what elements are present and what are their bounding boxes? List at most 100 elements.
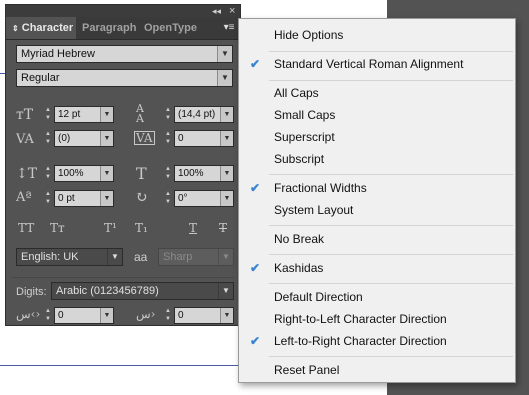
kerning-value: (0): [58, 133, 71, 144]
digits-dropdown[interactable]: Arabic (0123456789) ▼: [51, 282, 234, 300]
menu-separator: [269, 80, 513, 81]
tracking-stepper[interactable]: ▲ ▼: [164, 130, 172, 147]
tab-opentype[interactable]: OpenType: [138, 17, 200, 39]
strikethrough-button[interactable]: T: [219, 221, 227, 235]
kashida-after-stepper[interactable]: ▲ ▼: [164, 307, 172, 324]
menu-item-system-layout[interactable]: System Layout: [239, 199, 515, 221]
language-dropdown[interactable]: English: UK ▼: [16, 248, 123, 266]
horizontal-scale-stepper[interactable]: ▲ ▼: [164, 165, 172, 182]
collapse-icon[interactable]: ◂◂: [212, 5, 221, 17]
all-caps-button[interactable]: TT: [18, 221, 34, 235]
menu-separator: [269, 356, 513, 357]
menu-item-right-to-left-character-direction[interactable]: Right-to-Left Character Direction: [239, 308, 515, 330]
checkmark-icon: ✔: [250, 334, 261, 348]
antialias-icon: aa: [134, 250, 148, 264]
baseline-shift-field[interactable]: 0 pt ▼: [54, 190, 114, 207]
chevron-down-icon: ▼: [220, 308, 233, 323]
tab-paragraph[interactable]: Paragraph: [76, 17, 138, 39]
menu-item-left-to-right-character-direction[interactable]: ✔ Left-to-Right Character Direction: [239, 330, 515, 352]
menu-item-hide-options[interactable]: Hide Options: [239, 24, 515, 46]
chevron-down-icon: ▼: [217, 70, 232, 86]
rotation-field[interactable]: 0° ▼: [174, 190, 234, 207]
vertical-scale-value: 100%: [58, 168, 84, 179]
chevron-down-icon: ▼: [100, 166, 113, 181]
vertical-scale-field[interactable]: 100% ▼: [54, 165, 114, 182]
kashida-before-value: 0: [58, 310, 64, 321]
kashida-after-field[interactable]: 0 ▼: [174, 307, 234, 324]
menu-item-label: Kashidas: [274, 261, 324, 275]
rotation-value: 0°: [178, 193, 188, 204]
menu-item-standard-vertical-roman-alignment[interactable]: ✔ Standard Vertical Roman Alignment: [239, 53, 515, 75]
menu-item-label: Small Caps: [274, 108, 336, 122]
baseline-shift-stepper[interactable]: ▲ ▼: [44, 190, 52, 207]
chevron-down-icon: ▼: [218, 249, 233, 265]
guide-line-bottom: [0, 365, 240, 366]
menu-item-subscript[interactable]: Subscript: [239, 148, 515, 170]
menu-item-label: Hide Options: [274, 28, 344, 42]
vertical-scale-stepper[interactable]: ▲ ▼: [44, 165, 52, 182]
tab-character[interactable]: ⇕ Character: [6, 17, 76, 39]
leading-field[interactable]: (14,4 pt) ▼: [174, 106, 234, 123]
font-size-field[interactable]: 12 pt ▼: [54, 106, 114, 123]
tab-character-label: Character: [21, 22, 74, 34]
panel-tabs: ⇕ Character Paragraph OpenType ▾≡: [6, 17, 240, 40]
chevron-down-icon: ▼: [217, 46, 232, 62]
checkmark-icon: ✔: [250, 181, 261, 195]
checkmark-icon: ✔: [250, 261, 261, 275]
antialias-dropdown[interactable]: Sharp ▼: [158, 248, 234, 266]
kerning-stepper[interactable]: ▲ ▼: [44, 130, 52, 147]
menu-separator: [269, 254, 513, 255]
menu-item-default-direction[interactable]: Default Direction: [239, 286, 515, 308]
leading-value: (14,4 pt): [178, 109, 216, 120]
horizontal-scale-field[interactable]: 100% ▼: [174, 165, 234, 182]
leading-stepper[interactable]: ▲ ▼: [164, 106, 172, 123]
menu-item-label: Superscript: [274, 130, 335, 144]
superscript-button[interactable]: T¹: [104, 221, 117, 235]
rotation-stepper[interactable]: ▲ ▼: [164, 190, 172, 207]
font-size-stepper[interactable]: ▲ ▼: [44, 106, 52, 123]
rotation-icon: ↻: [135, 188, 148, 206]
kashida-before-stepper[interactable]: ▲ ▼: [44, 307, 52, 324]
menu-item-no-break[interactable]: No Break: [239, 228, 515, 250]
panel-flyout-menu: Hide Options ✔ Standard Vertical Roman Al…: [238, 18, 516, 383]
divider: [12, 277, 234, 278]
menu-item-all-caps[interactable]: All Caps: [239, 82, 515, 104]
language-value: English: UK: [21, 251, 79, 263]
tracking-value: 0: [178, 133, 184, 144]
menu-item-small-caps[interactable]: Small Caps: [239, 104, 515, 126]
menu-item-reset-panel[interactable]: Reset Panel: [239, 359, 515, 381]
kashida-after-icon: س›: [136, 307, 156, 321]
panel-menu-icon[interactable]: ▾≡: [221, 21, 237, 35]
kashida-before-icon: س‹›: [16, 307, 41, 321]
close-icon[interactable]: ×: [229, 5, 235, 17]
menu-item-label: Subscript: [274, 152, 325, 166]
menu-item-label: Default Direction: [274, 290, 363, 304]
menu-item-kashidas[interactable]: ✔ Kashidas: [239, 257, 515, 279]
panel-titlebar[interactable]: ◂◂ ×: [6, 5, 240, 17]
font-family-dropdown[interactable]: Myriad Hebrew ▼: [16, 45, 233, 63]
chevron-down-icon: ▼: [220, 107, 233, 122]
menu-separator: [269, 51, 513, 52]
small-caps-button[interactable]: Tт: [50, 221, 65, 235]
leading-icon: AA: [136, 102, 144, 125]
menu-item-label: Fractional Widths: [274, 181, 367, 195]
subscript-button[interactable]: T₁: [135, 221, 148, 235]
chevron-down-icon: ▼: [100, 131, 113, 146]
tracking-icon: VA: [134, 131, 155, 145]
chevron-down-icon: ▼: [100, 308, 113, 323]
menu-item-label: System Layout: [274, 203, 354, 217]
digits-label: Digits:: [16, 286, 47, 298]
font-style-value: Regular: [21, 72, 60, 84]
tracking-field[interactable]: 0 ▼: [174, 130, 234, 147]
menu-item-label: All Caps: [274, 86, 319, 100]
kashida-before-field[interactable]: 0 ▼: [54, 307, 114, 324]
font-size-icon: ᴛT: [16, 107, 34, 123]
kerning-field[interactable]: (0) ▼: [54, 130, 114, 147]
menu-separator: [269, 225, 513, 226]
menu-item-fractional-widths[interactable]: ✔ Fractional Widths: [239, 177, 515, 199]
checkmark-icon: ✔: [250, 57, 261, 71]
font-style-dropdown[interactable]: Regular ▼: [16, 69, 233, 87]
underline-button[interactable]: T: [189, 221, 197, 235]
chevron-down-icon: ▼: [100, 107, 113, 122]
menu-item-superscript[interactable]: Superscript: [239, 126, 515, 148]
